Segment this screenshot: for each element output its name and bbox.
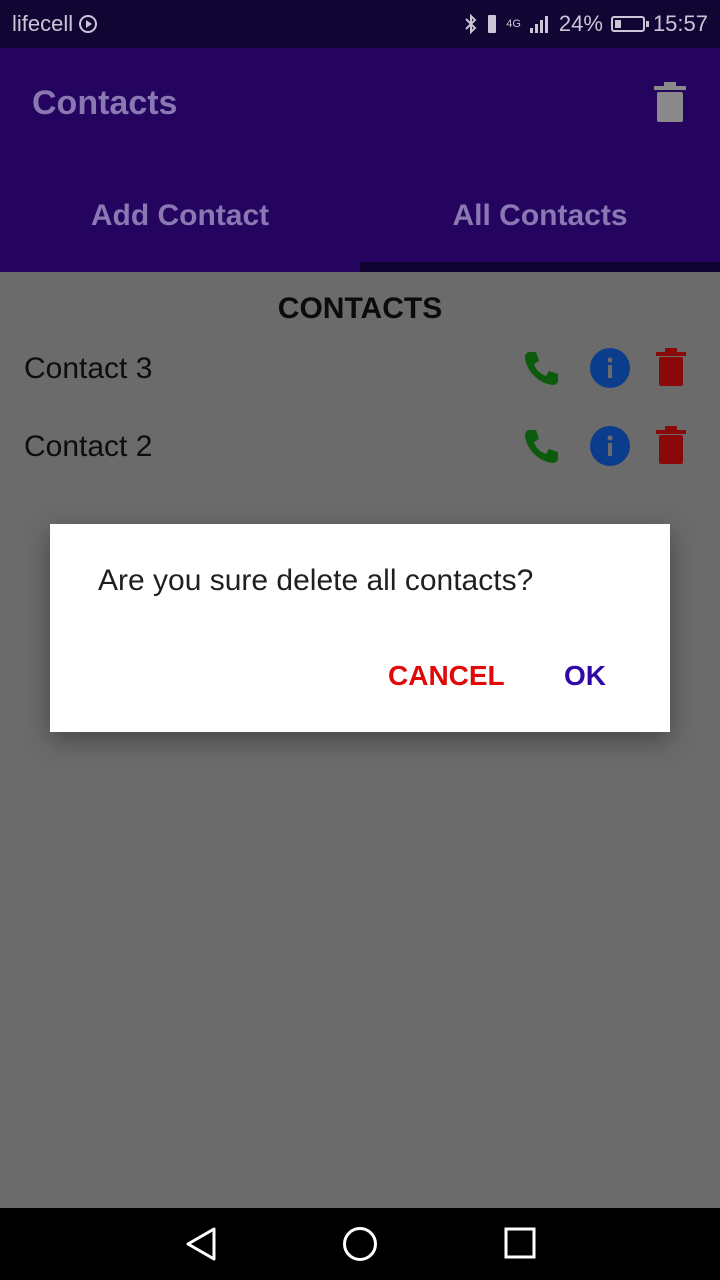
recents-icon: [504, 1227, 536, 1259]
recents-button[interactable]: [504, 1226, 536, 1265]
call-button[interactable]: [522, 426, 562, 471]
back-button[interactable]: [184, 1226, 218, 1267]
info-button[interactable]: [590, 426, 630, 471]
list-item: Contact 2: [0, 416, 720, 486]
app-title: Contacts: [32, 84, 178, 122]
contacts-content: CONTACTS Contact 3 Contact 2: [0, 272, 720, 1208]
back-icon: [186, 1227, 216, 1261]
battery-percent: 24%: [558, 11, 603, 36]
navigation-bar: [0, 1208, 720, 1280]
tab-add-contact[interactable]: Add Contact: [0, 160, 360, 272]
bluetooth-icon: [465, 13, 477, 35]
cancel-button[interactable]: CANCEL: [388, 660, 505, 692]
tab-bar: Add Contact All Contacts: [0, 160, 720, 272]
ok-button[interactable]: OK: [564, 660, 606, 692]
trash-icon: [656, 426, 686, 464]
delete-contact-button[interactable]: [656, 426, 686, 469]
delete-all-button[interactable]: [654, 82, 686, 127]
list-item: Contact 3: [0, 338, 720, 408]
carrier-name: lifecell: [12, 11, 74, 36]
dialog-message: Are you sure delete all contacts?: [98, 564, 534, 597]
contact-name: Contact 2: [24, 430, 153, 463]
home-icon: [343, 1227, 377, 1261]
delete-contact-button[interactable]: [656, 348, 686, 391]
app-bar: Contacts Add Contact All Contacts: [0, 48, 720, 272]
section-title: CONTACTS: [277, 292, 443, 325]
confirm-dialog: Are you sure delete all contacts? CANCEL…: [50, 524, 670, 732]
home-button[interactable]: [342, 1226, 378, 1267]
battery-icon: [610, 16, 649, 32]
signal-icon: [529, 16, 548, 33]
call-button[interactable]: [522, 348, 562, 393]
tab-all-contacts[interactable]: All Contacts: [360, 160, 720, 272]
phone-icon: [525, 352, 558, 385]
media-play-icon: [79, 15, 98, 33]
contact-name: Contact 3: [24, 352, 153, 385]
network-type: 4G: [506, 18, 521, 30]
status-bar: lifecell 4G 24% 15:57: [0, 0, 720, 48]
info-icon: [590, 426, 630, 466]
trash-icon: [654, 82, 686, 122]
info-icon: [590, 348, 630, 388]
phone-icon: [525, 430, 558, 463]
clock: 15:57: [652, 11, 708, 36]
info-button[interactable]: [590, 348, 630, 393]
trash-icon: [656, 348, 686, 386]
vibrate-icon: [488, 15, 497, 33]
